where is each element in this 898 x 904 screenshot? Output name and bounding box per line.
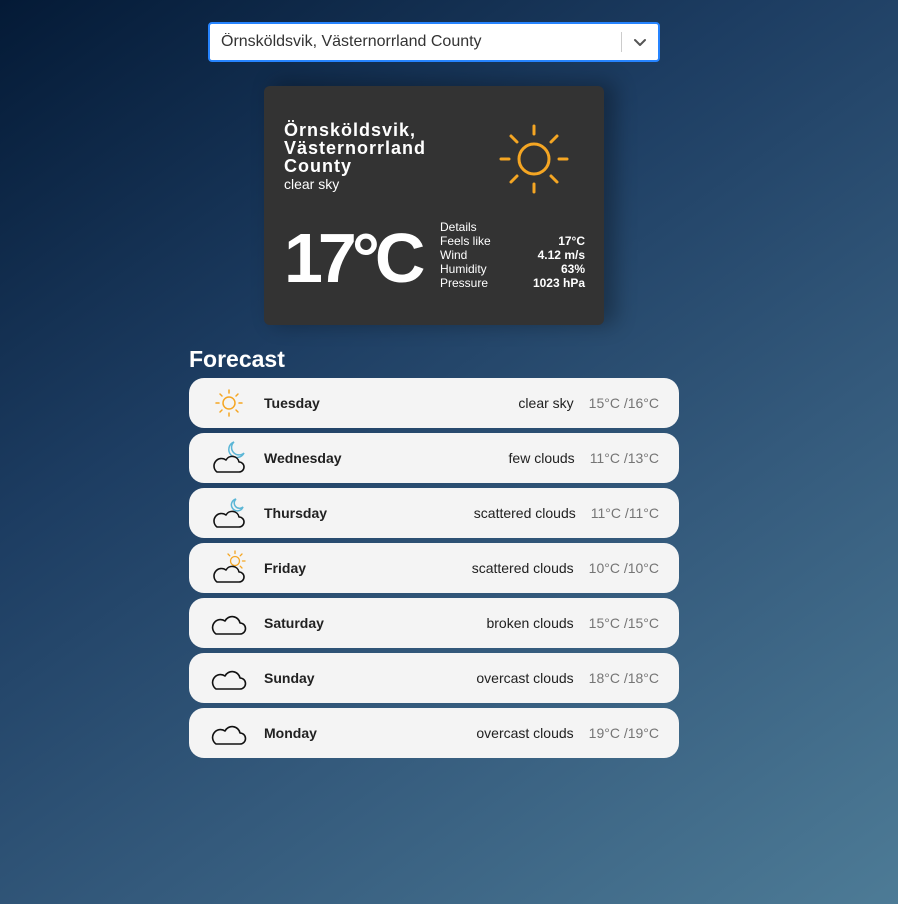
forecast-description: scattered clouds [473, 505, 576, 521]
detail-value: 4.12 m/s [537, 248, 585, 262]
detail-row-humidity: Humidity 63% [440, 262, 585, 276]
chevron-down-icon[interactable] [622, 24, 658, 60]
sun-icon [498, 123, 570, 195]
current-city: Örnsköldsvik, Västernorrland County [284, 120, 427, 176]
forecast-min-max: 11°C /11°C [590, 505, 659, 521]
forecast-description: clear sky [518, 395, 574, 411]
cloud-icon [209, 713, 249, 753]
forecast-description: broken clouds [486, 615, 574, 631]
forecast-description: scattered clouds [471, 560, 574, 576]
city-search-select[interactable]: Örnsköldsvik, Västernorrland County [208, 22, 660, 62]
cloud-moon-icon [209, 438, 249, 478]
forecast-description: overcast clouds [476, 670, 574, 686]
detail-value: 63% [560, 262, 585, 276]
forecast-day: Saturday [264, 615, 324, 631]
forecast-day: Sunday [264, 670, 315, 686]
forecast-min-max: 10°C /10°C [588, 560, 659, 576]
detail-label: Pressure [440, 276, 489, 290]
forecast-day: Friday [264, 560, 307, 576]
forecast-item-tuesday[interactable]: Tuesday clear sky 15°C /16°C [189, 378, 679, 428]
sun-icon [209, 383, 249, 423]
details-label: Details [440, 220, 477, 234]
forecast-min-max: 11°C /13°C [589, 450, 659, 466]
forecast-item-friday[interactable]: Friday scattered clouds 10°C /10°C [189, 543, 679, 593]
detail-label: Wind [440, 248, 468, 262]
forecast-day: Wednesday [264, 450, 342, 466]
cloud-icon [209, 603, 249, 643]
forecast-item-saturday[interactable]: Saturday broken clouds 15°C /15°C [189, 598, 679, 648]
forecast-day: Thursday [264, 505, 328, 521]
forecast-day: Tuesday [264, 395, 320, 411]
details-panel: Details Feels like 17°C Wind 4.12 m/s Hu… [440, 220, 585, 290]
detail-label: Humidity [440, 262, 487, 276]
cloud-moon-icon [209, 493, 249, 533]
details-heading-row: Details [440, 220, 585, 234]
detail-value: 17°C [558, 234, 585, 248]
forecast-min-max: 15°C /16°C [588, 395, 659, 411]
detail-label: Feels like [440, 234, 491, 248]
cloud-icon [209, 658, 249, 698]
forecast-title: Forecast [189, 346, 285, 372]
forecast-item-sunday[interactable]: Sunday overcast clouds 18°C /18°C [189, 653, 679, 703]
detail-row-wind: Wind 4.12 m/s [440, 248, 585, 262]
forecast-min-max: 18°C /18°C [588, 670, 659, 686]
current-description: clear sky [284, 176, 340, 192]
forecast-min-max: 15°C /15°C [588, 615, 659, 631]
cloud-sun-icon [209, 548, 249, 588]
forecast-item-thursday[interactable]: Thursday scattered clouds 11°C /11°C [189, 488, 679, 538]
detail-row-pressure: Pressure 1023 hPa [440, 276, 585, 290]
forecast-item-wednesday[interactable]: Wednesday few clouds 11°C /13°C [189, 433, 679, 483]
forecast-description: few clouds [508, 450, 575, 466]
forecast-description: overcast clouds [476, 725, 574, 741]
forecast-min-max: 19°C /19°C [588, 725, 659, 741]
detail-row-feels-like: Feels like 17°C [440, 234, 585, 248]
detail-value: 1023 hPa [532, 276, 585, 290]
current-weather-card: Örnsköldsvik, Västernorrland County clea… [264, 86, 604, 325]
forecast-item-monday[interactable]: Monday overcast clouds 19°C /19°C [189, 708, 679, 758]
city-search-value[interactable]: Örnsköldsvik, Västernorrland County [210, 33, 621, 51]
forecast-list: Tuesday clear sky 15°C /16°C Wednesday f… [189, 378, 679, 763]
current-temperature: 17°C [284, 219, 425, 297]
forecast-day: Monday [264, 725, 317, 741]
